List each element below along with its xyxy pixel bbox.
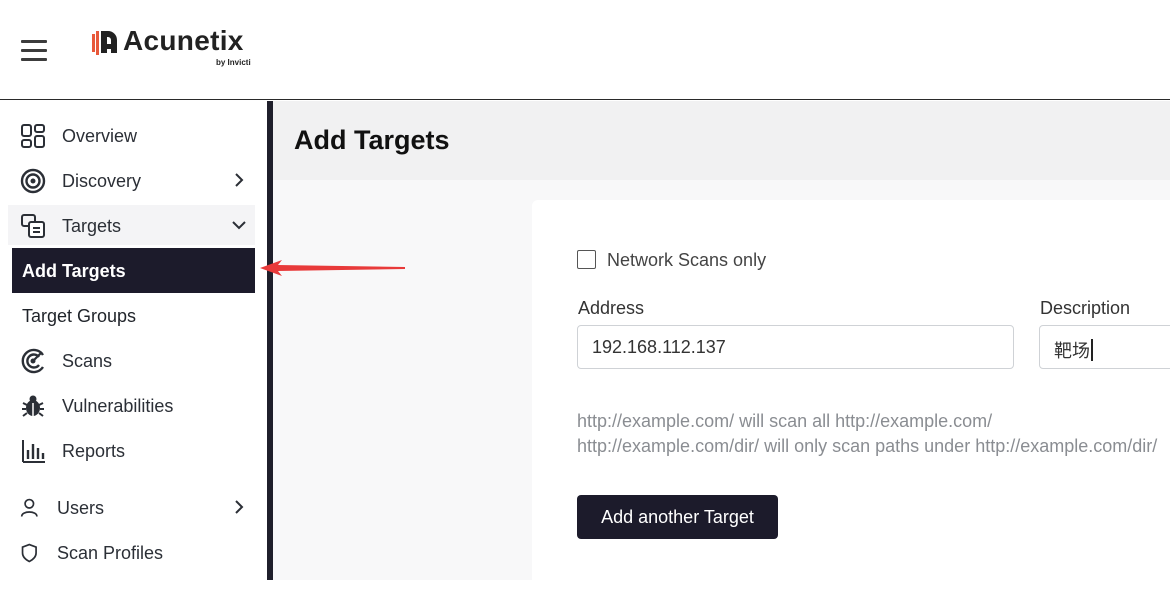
shield-icon [21, 543, 37, 563]
add-target-form-card: Network Scans only Address 192.168.112.1… [532, 200, 1170, 600]
sidebar-item-label: Vulnerabilities [62, 396, 174, 416]
top-header: Acunetix by Invicti [0, 0, 1170, 100]
annotation-arrow-icon [260, 260, 405, 276]
sidebar-item-label: Users [57, 498, 105, 518]
sidebar-item-scans[interactable]: Scans [8, 340, 255, 380]
brand-name: Acunetix [123, 25, 244, 56]
sidebar-item-label: Reports [62, 441, 126, 461]
sidebar-item-vulnerabilities[interactable]: Vulnerabilities [8, 385, 255, 425]
main-content: Add Targets Network Scans only Address 1… [273, 101, 1170, 600]
acunetix-logo[interactable]: Acunetix by Invicti [90, 24, 265, 72]
address-input-value: 192.168.112.137 [592, 337, 726, 357]
hamburger-menu-icon[interactable] [21, 39, 47, 61]
target-icon [20, 168, 46, 194]
sidebar-item-overview[interactable]: Overview [8, 115, 255, 155]
reports-chart-icon [22, 440, 45, 463]
sidebar-item-discovery[interactable]: Discovery [8, 160, 255, 200]
text-caret [1091, 339, 1093, 361]
sidebar-item-users[interactable]: Users [8, 487, 255, 527]
description-input[interactable]: 靶场 [1039, 325, 1170, 369]
address-help-line-1: http://example.com/ will scan all http:/… [577, 411, 993, 431]
sidebar-item-label: Targets [62, 216, 122, 236]
network-scans-only-checkbox[interactable] [577, 250, 596, 269]
sidebar-item-label: Add Targets [22, 261, 126, 281]
description-input-value: 靶场 [1054, 341, 1090, 361]
sidebar-item-scan-profiles[interactable]: Scan Profiles [8, 532, 255, 572]
overview-grid-icon [21, 124, 45, 148]
bug-icon [22, 395, 44, 417]
chevron-right-icon [235, 500, 244, 514]
sidebar-item-label: Discovery [62, 171, 142, 191]
scans-icon [21, 348, 45, 374]
sidebar-item-label: Scan Profiles [57, 543, 164, 563]
sidebar-item-target-groups[interactable]: Target Groups [12, 293, 255, 338]
page-title-bar: Add Targets [273, 101, 1170, 180]
sidebar-item-add-targets[interactable]: Add Targets [12, 248, 255, 293]
logo-mark-icon [92, 31, 117, 55]
sidebar-item-label: Scans [62, 351, 113, 371]
user-icon [20, 498, 38, 517]
network-scans-only-label[interactable]: Network Scans only [607, 250, 766, 271]
sidebar: Overview Discovery Targets Add Targets T… [0, 101, 267, 580]
chevron-down-icon [232, 221, 246, 230]
sidebar-item-targets[interactable]: Targets [8, 205, 255, 245]
brand-subtitle: by Invicti [216, 58, 251, 67]
sidebar-item-label: Target Groups [22, 306, 137, 326]
address-help-line-2: http://example.com/dir/ will only scan p… [577, 436, 1158, 456]
sidebar-item-label: Overview [62, 126, 138, 146]
description-label: Description [1040, 298, 1131, 318]
chevron-right-icon [235, 173, 244, 187]
page-title: Add Targets [294, 125, 450, 155]
targets-icon [21, 214, 45, 238]
sidebar-item-reports[interactable]: Reports [8, 430, 255, 470]
address-input[interactable]: 192.168.112.137 [577, 325, 1014, 369]
address-label: Address [578, 298, 645, 318]
add-another-target-button[interactable]: Add another Target [577, 495, 778, 539]
